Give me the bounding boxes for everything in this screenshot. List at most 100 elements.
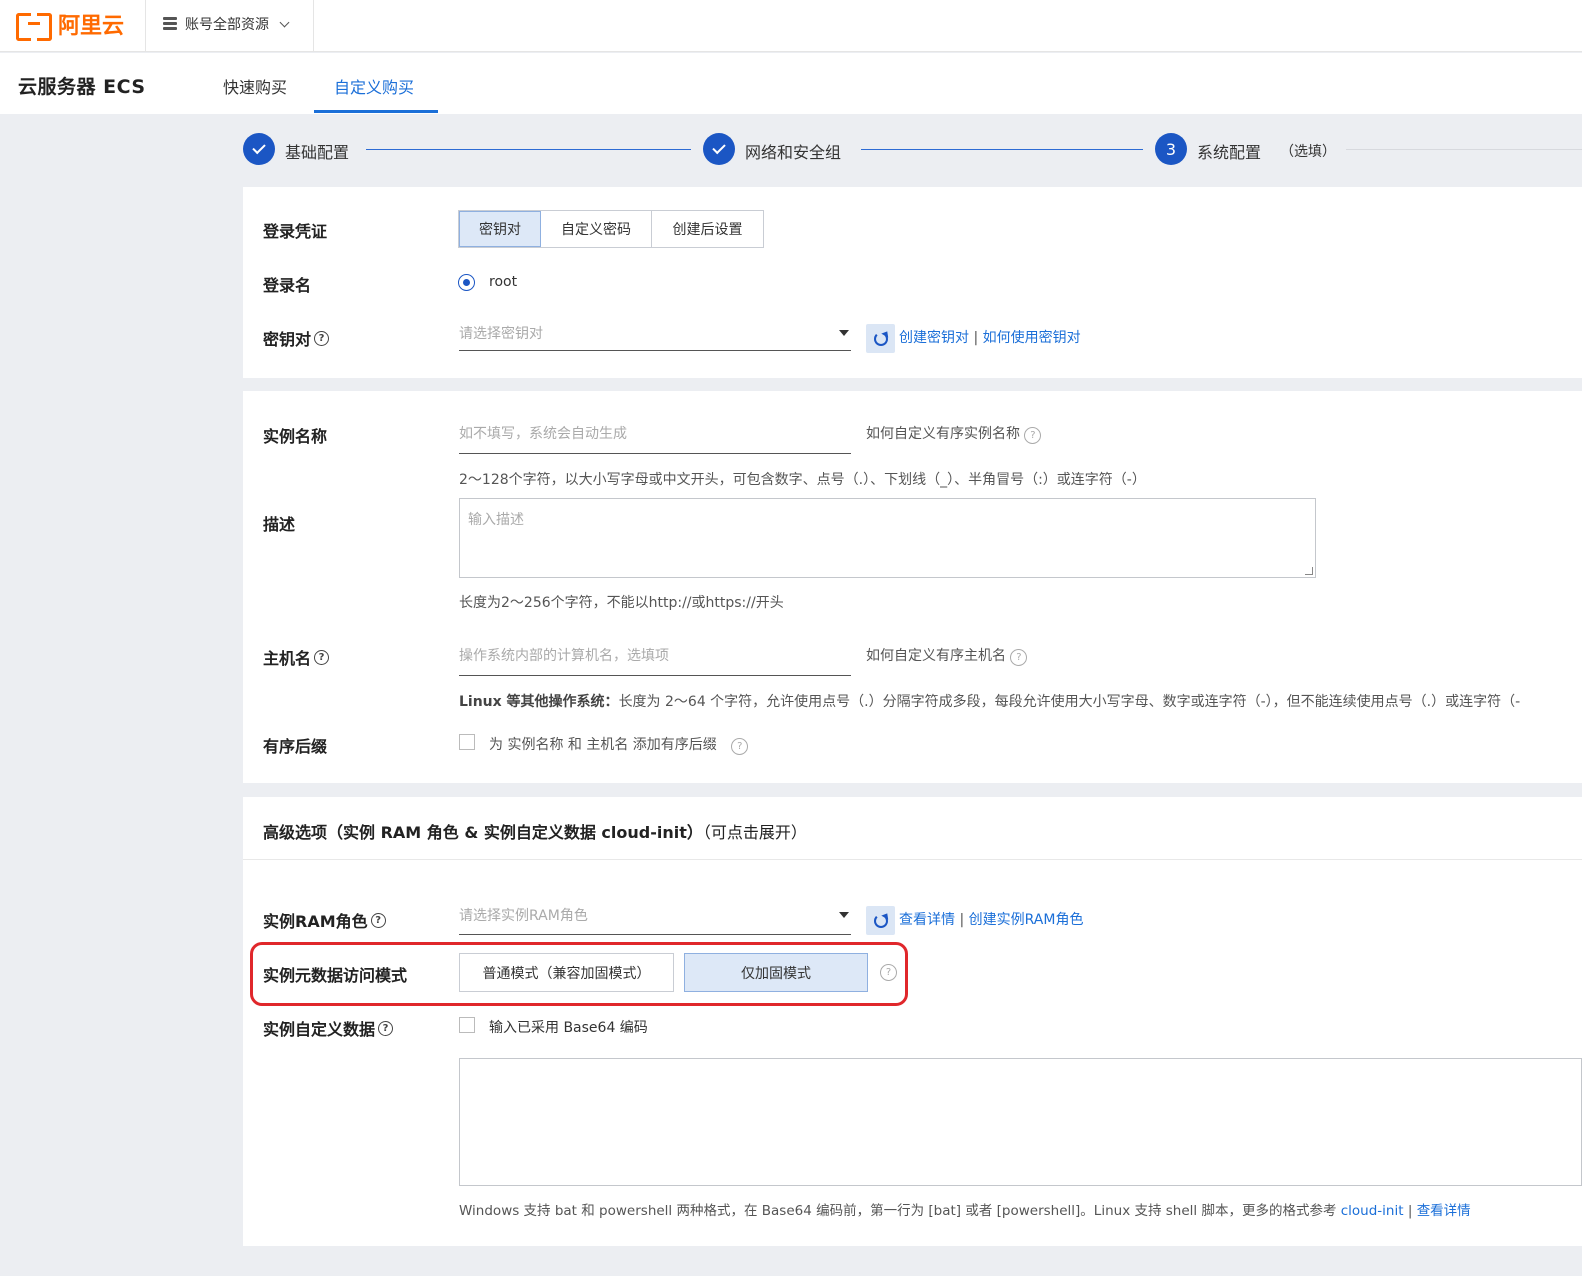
help-icon[interactable]: ? [731, 738, 749, 755]
hostname-placeholder: 操作系统内部的计算机名，选填项 [459, 648, 669, 664]
help-icon[interactable]: ? [1024, 427, 1042, 444]
user-data-hint: Windows 支持 bat 和 powershell 两种格式，在 Base6… [459, 1199, 1471, 1219]
divider [313, 0, 314, 52]
keypair-select[interactable]: 请选择密钥对 [459, 317, 851, 351]
cloud-init-link[interactable]: cloud-init [1341, 1203, 1404, 1219]
user-data-hint-text: Windows 支持 bat 和 powershell 两种格式，在 Base6… [459, 1203, 1337, 1219]
ordered-suffix-option: 为 实例名称 和 主机名 添加有序后缀 ? [489, 734, 749, 755]
login-name-value: root [489, 274, 518, 290]
advanced-title: 高级选项（实例 RAM 角色 & 实例自定义数据 cloud-init） [263, 823, 703, 842]
user-data-label-text: 实例自定义数据 [263, 1020, 376, 1039]
help-icon[interactable]: ? [314, 649, 330, 665]
instance-name-input[interactable]: 如不填写，系统会自动生成 [459, 417, 851, 454]
description-placeholder: 输入描述 [468, 512, 524, 528]
tab-custom-buy[interactable]: 自定义购买 [334, 74, 414, 98]
link-separator: | [973, 330, 979, 346]
login-panel: 登录凭证 密钥对 自定义密码 创建后设置 登录名 root 密钥对 ? 请选择密… [243, 187, 1582, 378]
create-ram-role-link[interactable]: 创建实例RAM角色 [969, 912, 1084, 928]
howto-keypair-link[interactable]: 如何使用密钥对 [983, 330, 1081, 346]
user-data-textarea[interactable] [459, 1058, 1582, 1186]
ordered-suffix-checkbox[interactable] [459, 734, 475, 750]
keypair-label-text: 密钥对 [263, 330, 312, 349]
description-hint: 长度为2～256个字符，不能以http://或https://开头 [459, 595, 784, 611]
login-name-radio[interactable] [458, 274, 475, 291]
credential-option-later[interactable]: 创建后设置 [652, 211, 763, 247]
chevron-down-icon [279, 17, 290, 27]
credential-option-password[interactable]: 自定义密码 [541, 211, 652, 247]
instance-panel: 实例名称 如不填写，系统会自动生成 如何自定义有序实例名称 ? 2～128个字符… [243, 391, 1582, 783]
aliyun-logo[interactable]: 阿里云 [16, 8, 125, 41]
help-icon[interactable]: ? [370, 912, 386, 928]
hostname-label: 主机名 ? [263, 645, 330, 669]
refresh-icon [873, 913, 888, 928]
ram-role-links: 查看详情 | 创建实例RAM角色 [899, 909, 1083, 929]
credential-label: 登录凭证 [263, 222, 328, 241]
ram-role-label: 实例RAM角色 ? [263, 908, 386, 932]
product-header: 云服务器 ECS 快速购买 自定义购买 [0, 53, 1582, 114]
instance-name-help: 如何自定义有序实例名称 ? [866, 423, 1042, 444]
hostname-hint-text: 长度为 2～64 个字符，允许使用点号（.）分隔字符成多段，每段允许使用大小写字… [618, 694, 1521, 710]
tab-quick-buy[interactable]: 快速购买 [223, 74, 287, 98]
base64-checkbox-label: 输入已采用 Base64 编码 [489, 1020, 648, 1036]
credential-segmented-control: 密钥对 自定义密码 创建后设置 [458, 210, 764, 248]
logo-text: 阿里云 [58, 14, 125, 39]
instance-name-placeholder: 如不填写，系统会自动生成 [459, 426, 627, 442]
help-icon[interactable]: ? [314, 330, 330, 346]
ram-role-select[interactable]: 请选择实例RAM角色 [459, 899, 851, 935]
instance-name-hint: 2～128个字符，以大小写字母或中文开头，可包含数字、点号（.）、下划线（_）、… [459, 472, 1146, 488]
step-3-number: 3 [1155, 133, 1187, 165]
step-connector [366, 149, 691, 150]
user-data-label: 实例自定义数据 ? [263, 1016, 394, 1040]
resource-selector-label: 账号全部资源 [185, 17, 269, 33]
help-icon[interactable]: ? [378, 1020, 394, 1036]
step-1-done-icon [243, 133, 275, 165]
ordered-suffix-label: 有序后缀 [263, 737, 328, 756]
hostname-hint-os: Linux 等其他操作系统： [459, 694, 619, 710]
step-1-label[interactable]: 基础配置 [285, 139, 349, 163]
caret-down-icon [839, 912, 849, 918]
base64-checkbox[interactable] [459, 1017, 475, 1033]
login-name-label: 登录名 [263, 276, 312, 295]
hostname-label-text: 主机名 [263, 649, 312, 668]
step-3-optional: （选填） [1280, 144, 1336, 160]
wizard-steps: 基础配置 网络和安全组 3 系统配置 （选填） [0, 114, 1582, 186]
step-3-label: 系统配置 [1197, 143, 1262, 162]
hostname-help: 如何自定义有序主机名 ? [866, 645, 1028, 666]
refresh-icon [873, 331, 888, 346]
link-separator: | [1407, 1203, 1413, 1219]
advanced-panel: 高级选项（实例 RAM 角色 & 实例自定义数据 cloud-init）（可点击… [243, 797, 1582, 1246]
hostname-help-link[interactable]: 如何自定义有序主机名 [866, 648, 1006, 664]
help-icon[interactable]: ? [1010, 649, 1028, 666]
user-data-details-link[interactable]: 查看详情 [1417, 1203, 1471, 1219]
credential-option-keypair[interactable]: 密钥对 [459, 211, 541, 247]
step-connector [1346, 149, 1582, 150]
create-keypair-link[interactable]: 创建密钥对 [899, 330, 969, 346]
keypair-label: 密钥对 ? [263, 326, 330, 350]
advanced-options-toggle[interactable]: 高级选项（实例 RAM 角色 & 实例自定义数据 cloud-init）（可点击… [263, 819, 807, 843]
ordered-suffix-checkbox-label: 为 实例名称 和 主机名 添加有序后缀 [489, 737, 717, 753]
top-bar: 阿里云 账号全部资源 [0, 0, 1582, 52]
ram-role-details-link[interactable]: 查看详情 [899, 912, 955, 928]
step-connector [861, 149, 1143, 150]
refresh-ram-role-button[interactable] [866, 906, 895, 935]
step-2-label[interactable]: 网络和安全组 [745, 139, 841, 163]
caret-down-icon [839, 330, 849, 336]
hostname-hint: Linux 等其他操作系统：长度为 2～64 个字符，允许使用点号（.）分隔字符… [459, 691, 1582, 711]
description-label: 描述 [263, 515, 296, 534]
resource-selector[interactable]: 账号全部资源 [163, 14, 290, 34]
instance-name-label: 实例名称 [263, 427, 328, 446]
refresh-keypair-button[interactable] [866, 324, 895, 353]
highlight-annotation [250, 942, 908, 1006]
hostname-input[interactable]: 操作系统内部的计算机名，选填项 [459, 639, 851, 676]
keypair-links: 创建密钥对 | 如何使用密钥对 [899, 327, 1081, 347]
keypair-placeholder: 请选择密钥对 [459, 326, 543, 342]
resize-handle-icon[interactable] [1305, 567, 1313, 575]
ram-role-label-text: 实例RAM角色 [263, 912, 368, 931]
divider [145, 0, 146, 52]
description-textarea[interactable]: 输入描述 [459, 498, 1316, 578]
aliyun-logo-icon [16, 13, 52, 41]
ram-role-placeholder: 请选择实例RAM角色 [459, 908, 588, 924]
instance-name-help-link[interactable]: 如何自定义有序实例名称 [866, 426, 1020, 442]
active-tab-indicator [314, 110, 438, 113]
link-separator: | [959, 912, 965, 928]
